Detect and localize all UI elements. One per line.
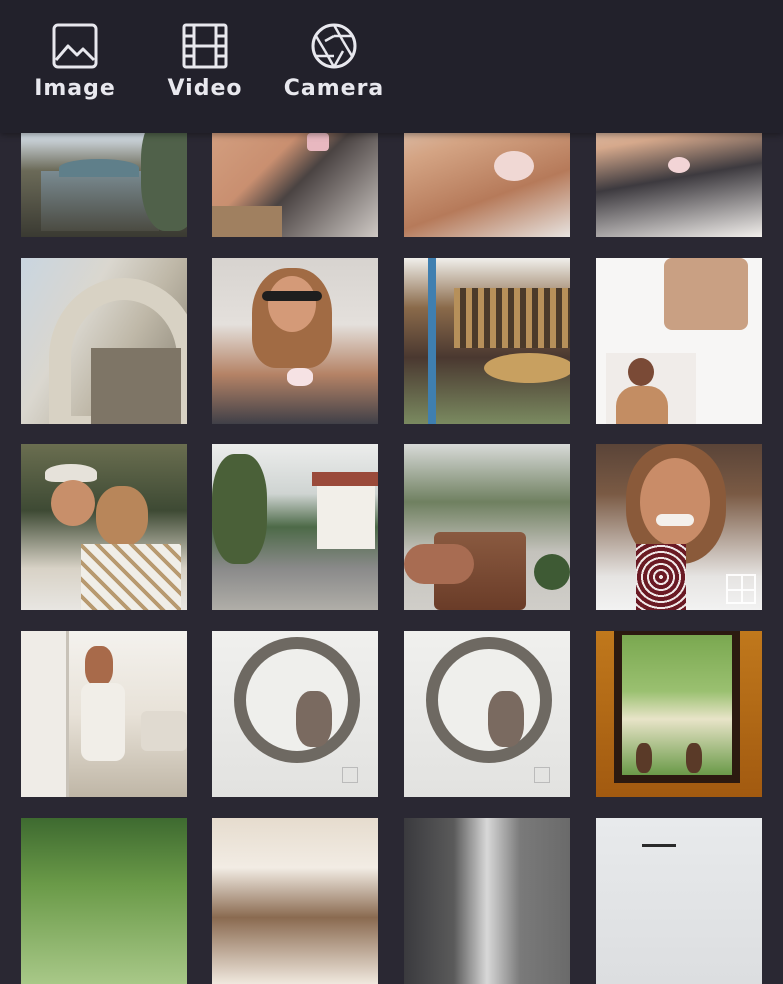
photo-thumbnail[interactable] — [596, 631, 762, 797]
photo-thumbnail[interactable] — [596, 258, 762, 424]
photo-thumbnail[interactable] — [404, 258, 570, 424]
photo-thumbnail[interactable] — [596, 444, 762, 610]
source-toolbar: Image Video Camera — [0, 0, 783, 133]
camera-source-button[interactable]: Camera — [279, 22, 389, 101]
photo-thumbnail[interactable] — [596, 818, 762, 984]
aperture-icon — [311, 23, 357, 69]
photo-thumbnail[interactable] — [404, 818, 570, 984]
multi-select-icon[interactable] — [726, 574, 756, 604]
photo-thumbnail[interactable] — [21, 631, 187, 797]
photo-thumbnail[interactable] — [404, 631, 570, 797]
photo-thumbnail[interactable] — [21, 258, 187, 424]
image-source-button[interactable]: Image — [20, 22, 130, 101]
photo-thumbnail[interactable] — [212, 631, 378, 797]
video-source-label: Video — [167, 76, 243, 101]
photo-thumbnail[interactable] — [21, 444, 187, 610]
photo-thumbnail[interactable] — [212, 444, 378, 610]
photo-thumbnail[interactable] — [404, 444, 570, 610]
camera-source-label: Camera — [283, 76, 385, 101]
photo-thumbnail[interactable] — [212, 258, 378, 424]
photo-thumbnail[interactable] — [21, 818, 187, 984]
film-icon — [182, 23, 228, 69]
image-source-label: Image — [34, 76, 116, 101]
photo-thumbnail[interactable] — [212, 818, 378, 984]
image-icon — [52, 23, 98, 69]
video-source-button[interactable]: Video — [150, 22, 260, 101]
